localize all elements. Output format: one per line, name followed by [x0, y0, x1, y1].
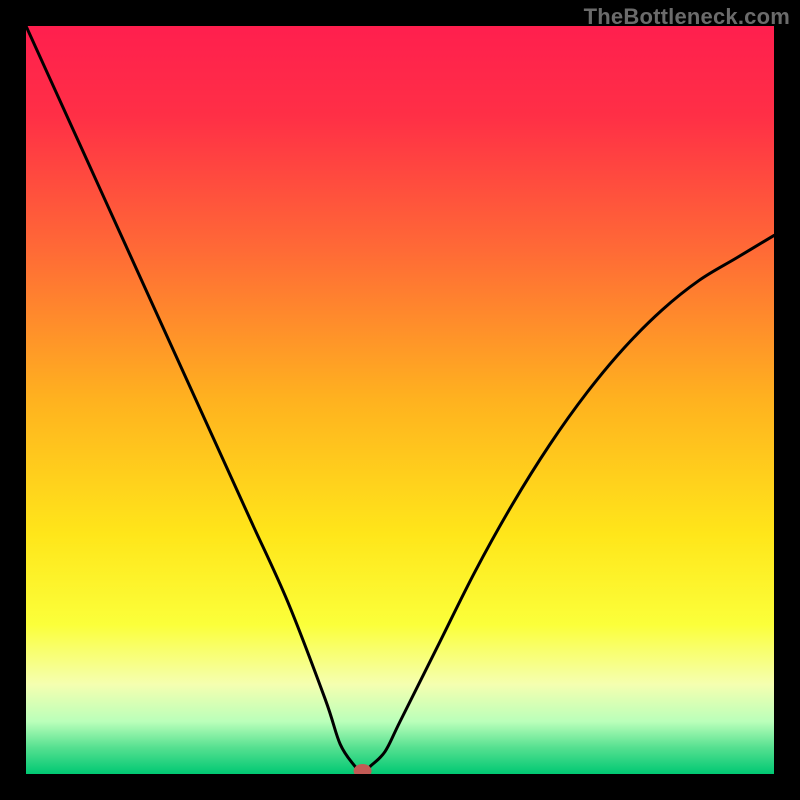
gradient-background: [26, 26, 774, 774]
bottleneck-chart: [26, 26, 774, 774]
chart-frame: TheBottleneck.com: [0, 0, 800, 800]
watermark-text: TheBottleneck.com: [584, 4, 790, 30]
plot-area: [26, 26, 774, 774]
